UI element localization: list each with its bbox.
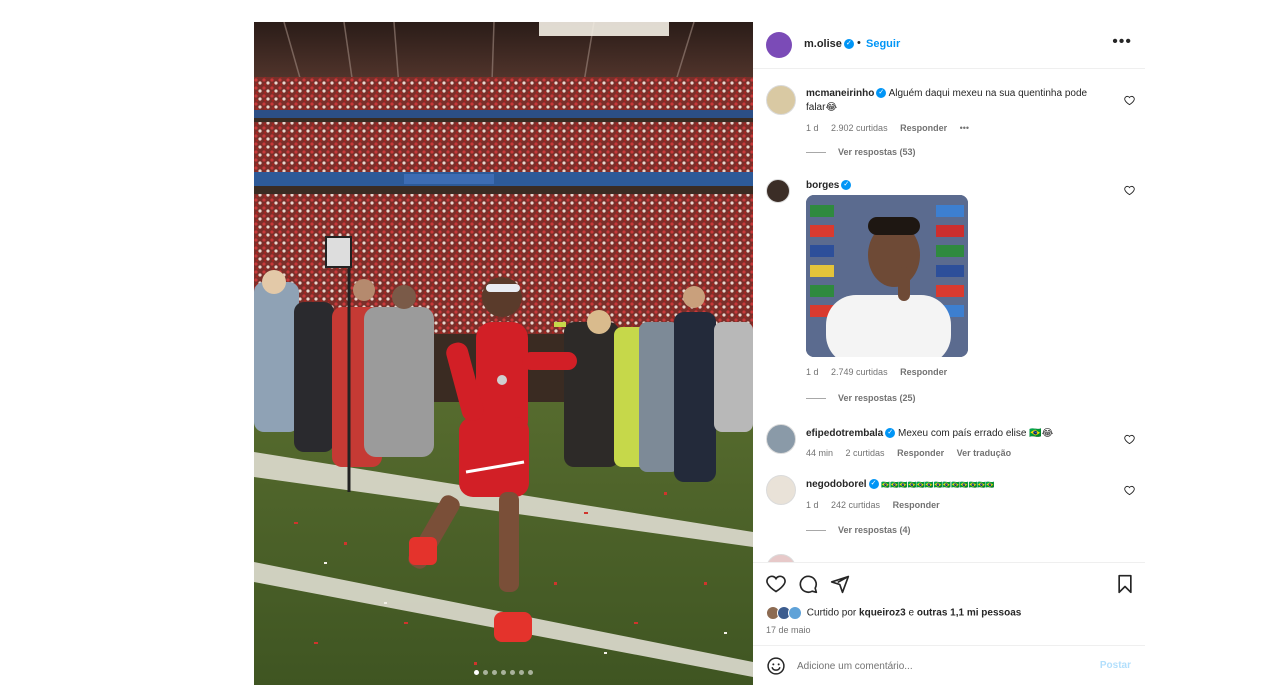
author-avatar[interactable] [766, 32, 792, 58]
comment-more-icon[interactable]: ••• [960, 123, 969, 133]
comment-likes[interactable]: 2.749 curtidas [831, 367, 888, 377]
comment-body: efipedotrembala ✓ Mexeu com país errado e… [806, 427, 1106, 460]
author-username[interactable]: m.olise [804, 38, 842, 50]
comment-avatar[interactable] [766, 179, 790, 203]
post-date: 17 de maio [766, 625, 811, 635]
post-header: m.olise ✓ • Seguir ••• [753, 22, 1145, 69]
comment-time: 1 d [806, 367, 819, 377]
mini-avatar [788, 606, 802, 620]
like-heart-icon[interactable] [766, 574, 786, 594]
comment-body: negodoborel ✓ 🇧🇷🇧🇷🇧🇷🇧🇷🇧🇷🇧🇷🇧🇷🇧🇷🇧🇷🇧🇷🇧🇷🇧🇷🇧🇷 … [806, 478, 1106, 512]
view-replies-button[interactable]: Ver respostas (4) [806, 525, 911, 535]
comment-likes[interactable]: 2.902 curtidas [831, 123, 888, 133]
liked-by-user[interactable]: kqueiroz3 [859, 608, 906, 619]
comment-time: 1 d [806, 123, 819, 133]
post-actions: Curtido por kqueiroz3 e outras 1,1 mi pe… [753, 562, 1145, 686]
comment-likes[interactable]: 2 curtidas [846, 448, 885, 458]
liked-by[interactable]: Curtido por kqueiroz3 e outras 1,1 mi pe… [766, 606, 1021, 620]
follow-button[interactable]: Seguir [866, 38, 900, 50]
replies-line [806, 152, 826, 154]
carousel-dot[interactable] [528, 670, 533, 675]
comment-avatar[interactable] [766, 475, 796, 505]
view-replies-label: Ver respostas (4) [838, 525, 911, 535]
like-comment-heart-icon[interactable] [1124, 95, 1135, 106]
comment-meta: 1 d 2.749 curtidas Responder [806, 365, 1056, 379]
carousel-dot[interactable] [501, 670, 506, 675]
comment-text: Mexeu com país errado elise 🇧🇷😂 [898, 428, 1054, 439]
post-side-panel: m.olise ✓ • Seguir ••• mcmaneirinho ✓ Algu… [753, 22, 1145, 686]
verified-badge-icon: ✓ [885, 428, 896, 439]
save-bookmark-icon[interactable] [1115, 574, 1135, 594]
liked-by-others[interactable]: outras 1,1 mi pessoas [917, 608, 1022, 619]
comment-bubble-icon[interactable] [798, 574, 818, 594]
like-comment-heart-icon[interactable] [1124, 185, 1135, 196]
comment-avatar[interactable] [766, 554, 796, 562]
share-send-icon[interactable] [830, 574, 850, 594]
stadium-celebration-image [254, 22, 753, 685]
verified-badge-icon: ✓ [843, 39, 854, 50]
comment-username[interactable]: mcmaneirinho [806, 88, 874, 99]
carousel-dot[interactable] [474, 670, 479, 675]
liked-by-avatars [766, 606, 804, 620]
carousel-dot[interactable] [510, 670, 515, 675]
author-username-wrap[interactable]: m.olise ✓ [804, 38, 854, 50]
comment-body: borges ✓ 1 d 2.749 curtidas Responder [806, 179, 1106, 377]
verified-badge-icon: ✓ [868, 479, 879, 490]
carousel-dot[interactable] [483, 670, 488, 675]
comment-meta: 44 min 2 curtidas Responder Ver tradução [806, 446, 1106, 460]
carousel-indicator [254, 670, 753, 675]
comment-likes[interactable]: 242 curtidas [831, 500, 880, 510]
reply-button[interactable]: Responder [900, 123, 947, 133]
post-photo[interactable] [254, 22, 753, 685]
comment-avatar[interactable] [766, 424, 796, 454]
reply-button[interactable]: Responder [900, 367, 947, 377]
comment-username[interactable]: efipedotrembala [806, 428, 883, 439]
comment-username[interactable]: negodoborel [806, 479, 867, 490]
comment-meta: 1 d 2.902 curtidas Responder ••• [806, 121, 1106, 135]
reply-button[interactable]: Responder [893, 500, 940, 510]
verified-badge-icon: ✓ [841, 180, 852, 191]
carousel-dot[interactable] [492, 670, 497, 675]
replies-line [806, 530, 826, 532]
comment-text: 🇧🇷🇧🇷🇧🇷🇧🇷🇧🇷🇧🇷🇧🇷🇧🇷🇧🇷🇧🇷🇧🇷🇧🇷🇧🇷 [881, 482, 995, 489]
comments-list[interactable]: mcmaneirinho ✓ Alguém daqui mexeu na sua … [753, 69, 1145, 562]
view-replies-button[interactable]: Ver respostas (25) [806, 393, 916, 403]
add-comment-input[interactable] [797, 656, 1077, 676]
verified-badge-icon: ✓ [876, 88, 887, 99]
interview-sticker-graphic [806, 195, 968, 357]
comment-username[interactable]: borges [806, 180, 839, 191]
comment-avatar[interactable] [766, 85, 796, 115]
emoji-icon[interactable] [766, 656, 786, 676]
carousel-dot[interactable] [519, 670, 524, 675]
like-comment-heart-icon[interactable] [1124, 434, 1135, 445]
like-comment-heart-icon[interactable] [1124, 485, 1135, 496]
reply-button[interactable]: Responder [897, 448, 944, 458]
comment-time: 1 d [806, 500, 819, 510]
replies-line [806, 398, 826, 400]
view-replies-label: Ver respostas (53) [838, 147, 916, 157]
more-options-icon[interactable]: ••• [1112, 33, 1132, 51]
view-replies-button[interactable]: Ver respostas (53) [806, 147, 916, 157]
separator-dot: • [857, 37, 861, 49]
comment-body: mcmaneirinho ✓ Alguém daqui mexeu na sua … [806, 87, 1106, 135]
view-replies-label: Ver respostas (25) [838, 393, 916, 403]
comment-time: 44 min [806, 448, 834, 458]
comment-meta: 1 d 242 curtidas Responder [806, 498, 1106, 512]
liked-by-prefix: Curtido por [806, 607, 857, 619]
liked-by-and: e [908, 607, 915, 619]
sticker-image[interactable] [806, 195, 968, 357]
translate-button[interactable]: Ver tradução [957, 448, 1012, 458]
add-comment-row: Postar [753, 645, 1145, 686]
post-comment-button[interactable]: Postar [1100, 660, 1131, 671]
